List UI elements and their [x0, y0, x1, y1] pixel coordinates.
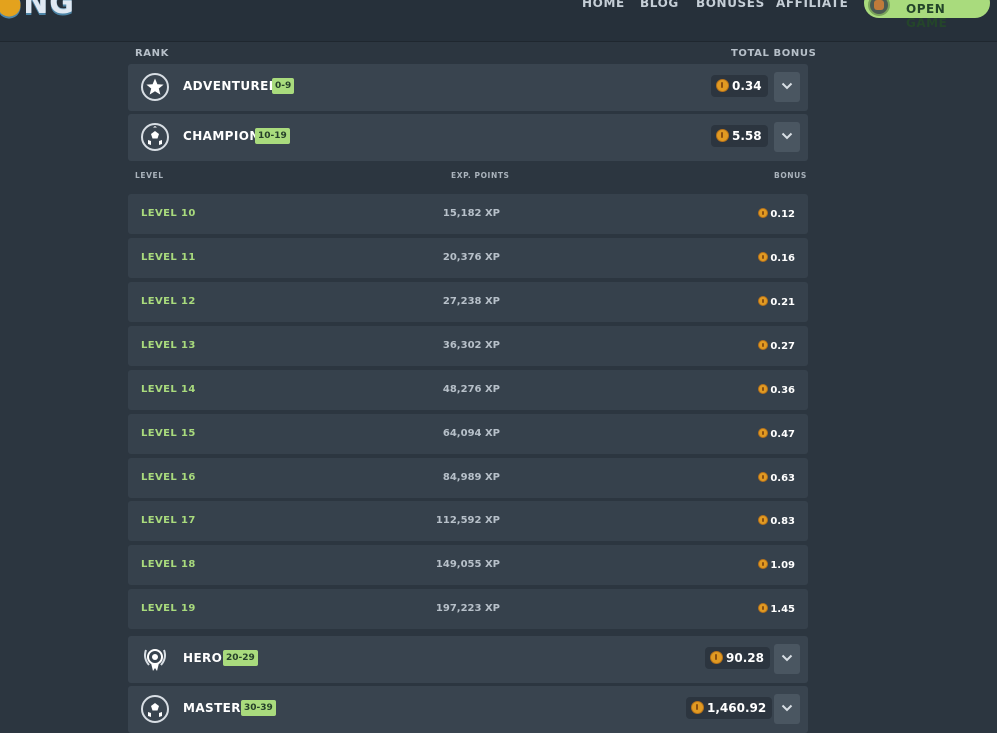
- level-bonus: 0.36: [758, 384, 795, 396]
- level-exp-points: 48,276 XP: [442, 384, 500, 395]
- star-badge-icon: [141, 73, 169, 101]
- open-game-label: OPEN GAME: [906, 2, 948, 30]
- expand-rank-button[interactable]: [774, 694, 800, 724]
- chevron-down-icon: [781, 704, 793, 712]
- level-exp-points: 112,592 XP: [435, 515, 500, 526]
- level-row: LEVEL 14 48,276 XP 0.36: [128, 370, 808, 410]
- level-exp-points: 15,182 XP: [442, 208, 500, 219]
- nav-affiliate-link[interactable]: AFFILIATE: [776, 0, 848, 10]
- level-bonus: 0.47: [758, 428, 795, 440]
- level-exp-points: 27,238 XP: [442, 296, 500, 307]
- nav-home-link[interactable]: HOME: [582, 0, 625, 10]
- chevron-down-icon: [781, 654, 793, 662]
- rank-row-adventurer[interactable]: ADVENTURER 0-9 0.34: [128, 64, 808, 111]
- bonus-column-header: BONUS: [774, 171, 807, 180]
- coin-icon: [716, 79, 729, 92]
- nav-bonuses-link[interactable]: BONUSES: [696, 0, 765, 10]
- laurel-medal-icon: [144, 649, 166, 671]
- coin-icon: [758, 559, 769, 569]
- level-row: LEVEL 12 27,238 XP 0.21: [128, 282, 808, 322]
- coin-icon: [758, 515, 769, 525]
- level-row: LEVEL 15 64,094 XP 0.47: [128, 414, 808, 454]
- level-bonus: 0.21: [758, 296, 795, 308]
- level-bonus: 0.12: [758, 208, 795, 220]
- level-name: LEVEL 11: [141, 252, 196, 263]
- expand-rank-button[interactable]: [774, 72, 800, 102]
- rank-level-range-badge: 0-9: [272, 78, 295, 94]
- game-avatar-icon: [868, 0, 890, 16]
- coin-icon: [758, 384, 769, 394]
- level-bonus: 1.45: [758, 603, 795, 615]
- expand-rank-button[interactable]: [774, 122, 800, 152]
- rank-level-range-badge: 30-39: [241, 700, 276, 716]
- coin-icon: [758, 428, 769, 438]
- level-bonus: 0.83: [758, 515, 795, 527]
- coin-icon: [758, 472, 769, 482]
- rank-name: ADVENTURER: [183, 79, 279, 93]
- coin-icon: [758, 603, 769, 613]
- level-exp-points: 20,376 XP: [442, 252, 500, 263]
- coin-icon: [758, 208, 769, 218]
- level-row: LEVEL 10 15,182 XP 0.12: [128, 194, 808, 234]
- level-name: LEVEL 10: [141, 208, 196, 219]
- level-row: LEVEL 13 36,302 XP 0.27: [128, 326, 808, 366]
- rank-name: MASTER: [183, 701, 241, 715]
- level-bonus: 0.27: [758, 340, 795, 352]
- level-exp-points: 64,094 XP: [442, 428, 500, 439]
- soccer-ball-icon: [141, 123, 169, 151]
- exp-points-column-header: EXP. POINTS: [451, 171, 510, 180]
- coin-icon: [758, 252, 769, 262]
- level-bonus: 0.16: [758, 252, 795, 264]
- level-column-header: LEVEL: [135, 171, 164, 180]
- level-bonus: 1.09: [758, 559, 795, 571]
- level-name: LEVEL 17: [141, 515, 196, 526]
- level-name: LEVEL 16: [141, 472, 196, 483]
- coin-icon: [758, 340, 769, 350]
- level-row: LEVEL 16 84,989 XP 0.63: [128, 458, 808, 498]
- level-name: LEVEL 19: [141, 603, 196, 614]
- coin-icon: [691, 701, 704, 714]
- rank-name: CHAMPION: [183, 129, 260, 143]
- level-name: LEVEL 13: [141, 340, 196, 351]
- level-row: LEVEL 11 20,376 XP 0.16: [128, 238, 808, 278]
- rank-column-header: RANK: [135, 48, 169, 59]
- rank-row-hero[interactable]: HERO 20-29 90.28: [128, 636, 808, 683]
- level-row: LEVEL 18 149,055 XP 1.09: [128, 545, 808, 585]
- level-name: LEVEL 18: [141, 559, 196, 570]
- level-exp-points: 84,989 XP: [442, 472, 500, 483]
- rank-row-master[interactable]: MASTER 30-39 1,460.92: [128, 686, 808, 733]
- rank-row-champion[interactable]: CHAMPION 10-19 5.58: [128, 114, 808, 161]
- level-exp-points: 149,055 XP: [435, 559, 500, 570]
- level-name: LEVEL 14: [141, 384, 196, 395]
- level-exp-points: 36,302 XP: [442, 340, 500, 351]
- coin-icon: [710, 651, 723, 664]
- open-game-button[interactable]: OPEN GAME: [864, 0, 990, 30]
- level-name: LEVEL 15: [141, 428, 196, 439]
- total-bonus-column-header: TOTAL BONUS: [731, 48, 817, 59]
- rank-name: HERO: [183, 651, 223, 665]
- level-row: LEVEL 19 197,223 XP 1.45: [128, 589, 808, 629]
- nav-blog-link[interactable]: BLOG: [640, 0, 679, 10]
- rank-total-bonus: 5.58: [711, 125, 768, 147]
- site-logo[interactable]: ●NG: [0, 0, 75, 21]
- soccer-ball-icon: [141, 695, 169, 723]
- rank-total-bonus: 0.34: [711, 75, 768, 97]
- coin-icon: [716, 129, 729, 142]
- rank-level-range-badge: 10-19: [255, 128, 290, 144]
- top-navigation-bar: ●NG HOME BLOG BONUSES AFFILIATE OPEN GAM…: [0, 0, 997, 42]
- level-exp-points: 197,223 XP: [435, 603, 500, 614]
- level-name: LEVEL 12: [141, 296, 196, 307]
- expand-rank-button[interactable]: [774, 644, 800, 674]
- level-row: LEVEL 17 112,592 XP 0.83: [128, 501, 808, 541]
- chevron-down-icon: [781, 132, 793, 140]
- level-bonus: 0.63: [758, 472, 795, 484]
- coin-icon: [758, 296, 769, 306]
- rank-level-range-badge: 20-29: [223, 650, 258, 666]
- chevron-down-icon: [781, 82, 793, 90]
- rank-total-bonus: 90.28: [705, 647, 770, 669]
